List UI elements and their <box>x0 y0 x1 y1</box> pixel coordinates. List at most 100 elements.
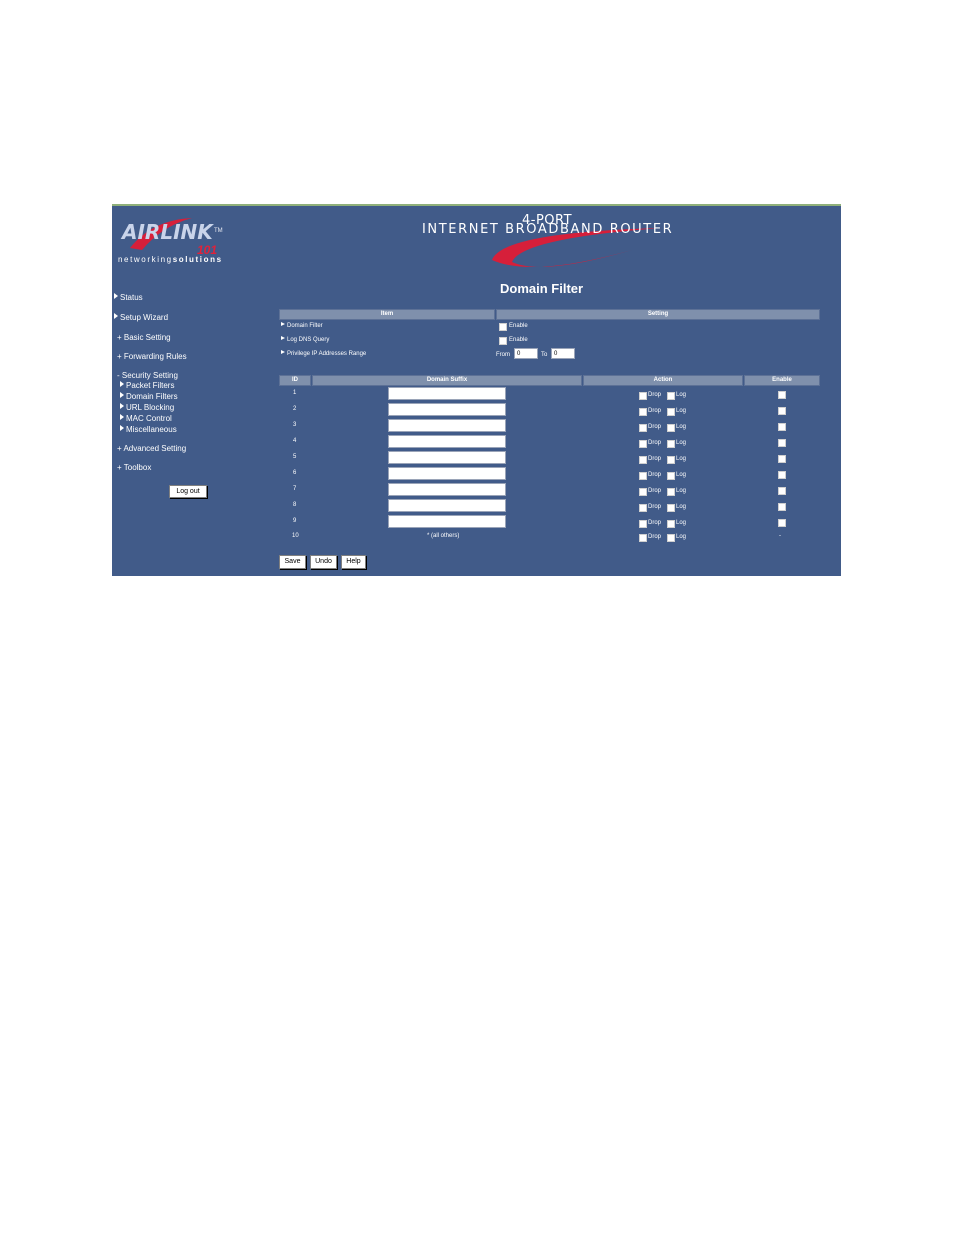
domain-suffix-input[interactable] <box>388 403 506 416</box>
rule-id: 8 <box>293 502 297 508</box>
rule-id: 5 <box>293 454 297 460</box>
drop-checkbox[interactable] <box>639 440 647 448</box>
drop-checkbox[interactable] <box>639 472 647 480</box>
sidebar-subitem-label: URL Blocking <box>126 403 175 412</box>
log-checkbox[interactable] <box>667 504 675 512</box>
arrow-icon <box>120 414 124 420</box>
drop-checkbox[interactable] <box>639 520 647 528</box>
sidebar-subitem-label: Domain Filters <box>126 392 178 401</box>
log-label: Log <box>676 488 687 494</box>
rule-enable-checkbox[interactable] <box>778 519 786 527</box>
drop-label: Drop <box>648 472 662 478</box>
drop-checkbox[interactable] <box>639 534 647 542</box>
rule-id: 6 <box>293 470 297 476</box>
rule-enable-checkbox[interactable] <box>778 423 786 431</box>
rule-id: 9 <box>293 518 297 524</box>
privilege-to-label: To <box>541 352 548 358</box>
header-title: INTERNET BROADBAND ROUTER <box>422 222 674 237</box>
arrow-icon <box>114 313 118 319</box>
domain-suffix-input[interactable] <box>388 499 506 512</box>
label-text: Domain Filter <box>287 323 323 329</box>
drop-label: Drop <box>648 424 662 430</box>
logo-brand-text: AIRLINK <box>122 220 213 244</box>
privilege-from-input[interactable]: 0 <box>514 348 538 359</box>
privilege-to-input[interactable]: 0 <box>551 348 575 359</box>
domain-suffix-input[interactable] <box>388 435 506 448</box>
domain-suffix-input[interactable] <box>388 467 506 480</box>
drop-checkbox[interactable] <box>639 504 647 512</box>
sidebar-item-security-setting[interactable]: - Security Setting <box>117 371 178 380</box>
sidebar-subitem-domain-filters[interactable]: Domain Filters <box>120 392 178 401</box>
arrow-icon <box>114 293 118 299</box>
log-checkbox[interactable] <box>667 408 675 416</box>
drop-label: Drop <box>648 456 662 462</box>
domain-suffix-input[interactable] <box>388 515 506 528</box>
rule-suffix-all-others: * (all others) <box>427 533 460 539</box>
col-header-domain-suffix: Domain Suffix <box>312 375 582 386</box>
sidebar-item-advanced-setting[interactable]: + Advanced Setting <box>117 444 186 453</box>
privilege-ip-label: Privilege IP Addresses Range <box>281 350 366 357</box>
tagline: networkingsolutions <box>118 255 223 264</box>
arrow-icon <box>281 322 285 326</box>
sidebar-subitem-packet-filters[interactable]: Packet Filters <box>120 381 174 390</box>
log-checkbox[interactable] <box>667 534 675 542</box>
log-dns-enable-label: Enable <box>509 337 528 343</box>
rule-id: 10 <box>292 533 299 539</box>
domain-filter-label: Domain Filter <box>281 322 323 329</box>
log-checkbox[interactable] <box>667 424 675 432</box>
save-button[interactable]: Save <box>279 555 306 569</box>
tagline-part-b: solutions <box>172 255 223 264</box>
drop-checkbox[interactable] <box>639 488 647 496</box>
arrow-icon <box>281 336 285 340</box>
label-text: Log DNS Query <box>287 337 330 343</box>
drop-checkbox[interactable] <box>639 392 647 400</box>
top-border <box>112 204 841 206</box>
domain-suffix-input[interactable] <box>388 387 506 400</box>
log-checkbox[interactable] <box>667 392 675 400</box>
sidebar-subitem-label: MAC Control <box>126 414 172 423</box>
sidebar-subitem-url-blocking[interactable]: URL Blocking <box>120 403 174 412</box>
undo-button[interactable]: Undo <box>310 555 337 569</box>
log-checkbox[interactable] <box>667 472 675 480</box>
log-label: Log <box>676 520 687 526</box>
domain-suffix-input[interactable] <box>388 419 506 432</box>
rule-enable-checkbox[interactable] <box>778 391 786 399</box>
sidebar-item-label: Status <box>120 293 143 302</box>
privilege-from-label: From <box>496 352 510 358</box>
drop-checkbox[interactable] <box>639 456 647 464</box>
rule-enable-checkbox[interactable] <box>778 471 786 479</box>
log-label: Log <box>676 392 687 398</box>
sidebar-item-basic-setting[interactable]: + Basic Setting <box>117 333 171 342</box>
domain-suffix-input[interactable] <box>388 451 506 464</box>
sidebar-item-forwarding-rules[interactable]: + Forwarding Rules <box>117 352 187 361</box>
log-label: Log <box>676 456 687 462</box>
log-checkbox[interactable] <box>667 456 675 464</box>
log-checkbox[interactable] <box>667 488 675 496</box>
rule-enable-checkbox[interactable] <box>778 503 786 511</box>
domain-filter-enable-checkbox[interactable] <box>499 323 507 331</box>
sidebar-item-toolbox[interactable]: + Toolbox <box>117 463 151 472</box>
drop-label: Drop <box>648 488 662 494</box>
arrow-icon <box>120 392 124 398</box>
rule-enable-checkbox[interactable] <box>778 487 786 495</box>
help-button[interactable]: Help <box>341 555 366 569</box>
log-dns-enable-checkbox[interactable] <box>499 337 507 345</box>
sidebar-item-status[interactable]: Status <box>114 293 143 302</box>
logout-button[interactable]: Log out <box>169 485 207 498</box>
drop-checkbox[interactable] <box>639 424 647 432</box>
rule-enable-checkbox[interactable] <box>778 439 786 447</box>
sidebar-subitem-mac-control[interactable]: MAC Control <box>120 414 172 423</box>
sidebar-subitem-miscellaneous[interactable]: Miscellaneous <box>120 425 177 434</box>
drop-checkbox[interactable] <box>639 408 647 416</box>
arrow-icon <box>120 403 124 409</box>
log-checkbox[interactable] <box>667 520 675 528</box>
rule-id: 2 <box>293 406 297 412</box>
rule-enable-checkbox[interactable] <box>778 455 786 463</box>
sidebar-item-setup-wizard[interactable]: Setup Wizard <box>114 313 168 322</box>
log-label: Log <box>676 440 687 446</box>
rule-enable-checkbox[interactable] <box>778 407 786 415</box>
rule-enable-placeholder: - <box>779 533 781 539</box>
log-checkbox[interactable] <box>667 440 675 448</box>
drop-label: Drop <box>648 440 662 446</box>
domain-suffix-input[interactable] <box>388 483 506 496</box>
